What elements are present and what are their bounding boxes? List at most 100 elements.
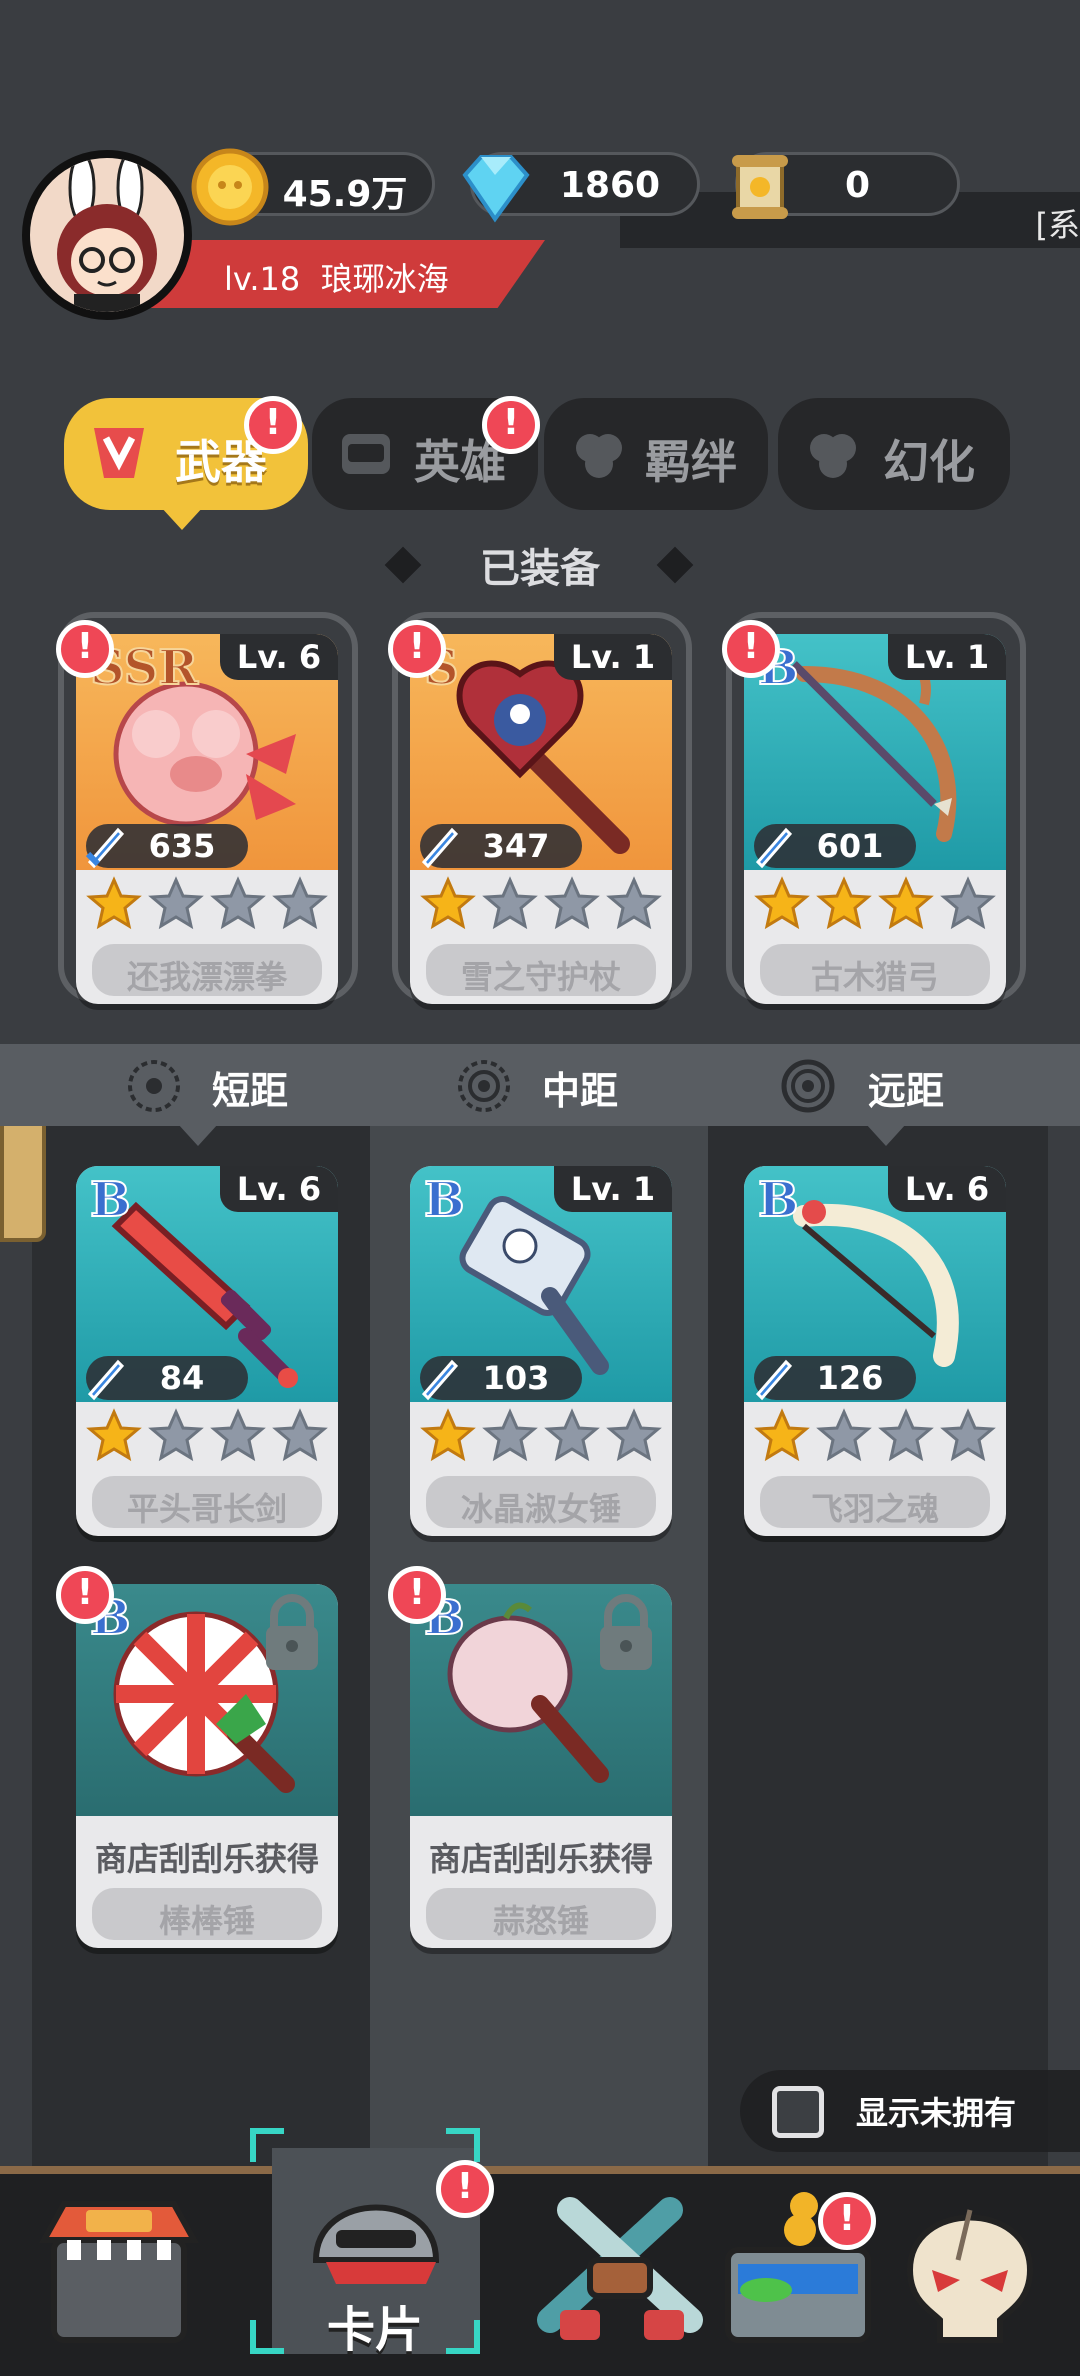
diamond-amount: 1860 [559,165,661,206]
show-unowned-toggle[interactable]: 显示未拥有 [740,2070,1080,2152]
unlock-hint: 商店刮刮乐获得 [94,1840,319,1878]
weapon-card-equipped-1[interactable]: SSR Lv. 6 635 还我漂漂拳 [76,634,338,1004]
weapon-level: Lv. 6 [888,1166,1006,1212]
gold-counter[interactable]: 45.9万 [191,148,435,226]
short-range-icon [128,1060,180,1112]
attack-value: 635 [148,827,216,865]
weapon-level: Lv. 6 [220,634,338,680]
tab-bonds-label: 羁绊 [645,435,737,489]
cards-alert-badge [436,2160,494,2218]
star-empty-icon [148,1408,204,1462]
rarity-label: B [757,1171,800,1229]
mid-range-icon [458,1060,510,1112]
scroll-amount: 0 [844,165,871,206]
weapon-card-locked-1[interactable]: B 商店刮刮乐获得 棒棒锤 [76,1584,338,1948]
star-empty-icon [210,876,266,930]
card-alert-badge [388,1566,446,1624]
long-range-icon [781,1059,835,1113]
lock-icon [600,1594,652,1670]
attack-value: 347 [482,827,550,865]
weapon-card-inventory-1[interactable]: B Lv. 6 84 平头哥长剑 [76,1166,338,1536]
crossed-guns-icon [537,2197,703,2340]
star-filled-icon [86,1408,142,1462]
star-empty-icon [544,1408,600,1462]
star-rating [754,1408,996,1466]
nav-battle[interactable] [520,2170,720,2370]
card-alert-badge [722,620,780,678]
card-alert-badge [56,1566,114,1624]
weapon-card-inventory-3[interactable]: B Lv. 6 126 飞羽之魂 [744,1166,1006,1536]
weapon-name: 棒棒锤 [92,1888,322,1940]
weapon-level: Lv. 6 [220,1166,338,1212]
star-empty-icon [940,876,996,930]
weapon-name: 雪之守护杖 [426,944,656,996]
star-filled-icon [420,876,476,930]
attack-pill: 103 [420,1356,582,1401]
star-rating [754,876,996,934]
star-empty-icon [940,1408,996,1462]
heroes-alert-badge [482,396,540,454]
attack-value: 601 [816,827,884,865]
weapons-alert-badge [244,396,302,454]
mid-range-label: 中距 [542,1069,619,1113]
attack-sword-icon [87,1359,125,1401]
weapon-card-equipped-2[interactable]: S Lv. 1 347 雪之守护杖 [410,634,672,1004]
attack-sword-icon [421,827,459,869]
weapon-name: 平头哥长剑 [92,1476,322,1528]
nav-cards-label: 卡片 [326,2302,423,2358]
star-rating [420,1408,662,1466]
attack-pill: 347 [420,824,582,869]
weapon-name: 冰晶淑女锤 [426,1476,656,1528]
star-empty-icon [210,1408,266,1462]
nav-boss[interactable] [870,2170,1070,2370]
player-name: 琅琊冰海 [320,260,449,298]
star-empty-icon [148,876,204,930]
star-filled-icon [86,876,142,930]
player-level: lv.18 琅琊冰海 [224,260,449,298]
star-filled-icon [878,876,934,930]
scroll-counter[interactable]: 0 [732,152,960,219]
top-bar: [系 lv.18 琅琊冰海 45.9万 1860 0 [0,0,1080,320]
weapon-name: 古木猎弓 [760,944,990,996]
skull-icon [906,2209,1034,2343]
player-avatar[interactable] [22,150,192,320]
star-filled-icon [754,1408,810,1462]
show-unowned-checkbox[interactable] [772,2086,824,2138]
star-filled-icon [754,876,810,930]
star-rating [420,876,662,934]
star-empty-icon [606,1408,662,1462]
gold-amount: 45.9万 [282,174,408,215]
tab-transform-label: 幻化 [883,435,975,489]
weapon-card-inventory-2[interactable]: B Lv. 1 103 冰晶淑女锤 [410,1166,672,1536]
attack-value: 84 [159,1359,205,1397]
treasure-alert-badge [818,2192,876,2250]
star-empty-icon [878,1408,934,1462]
long-range-label: 远距 [868,1069,945,1113]
diamond-counter[interactable]: 1860 [462,152,700,223]
side-panel-handle[interactable] [0,1112,46,1242]
shop-icon [38,2201,200,2343]
weapon-level: Lv. 1 [888,634,1006,680]
tab-bonds[interactable]: 羁绊 [544,398,768,510]
tab-transform[interactable]: 幻化 [778,398,1010,510]
attack-pill: 84 [86,1356,248,1401]
nav-shop[interactable] [14,2170,214,2370]
star-filled-icon [816,876,872,930]
attack-pill: 601 [754,824,916,869]
weapon-card-equipped-3[interactable]: B Lv. 1 601 古木猎弓 [744,634,1006,1004]
selected-tab-pointer [160,506,204,530]
rarity-label: B [89,1171,132,1229]
attack-sword-icon [755,827,793,869]
star-empty-icon [272,876,328,930]
star-filled-icon [420,1408,476,1462]
weapon-name: 还我漂漂拳 [92,944,322,996]
attack-value: 103 [482,1359,550,1397]
lock-icon [266,1594,318,1670]
weapon-card-locked-2[interactable]: B 商店刮刮乐获得 蒜怒锤 [410,1584,672,1948]
star-empty-icon [606,876,662,930]
rarity-label: B [423,1171,466,1229]
weapon-level: Lv. 1 [554,1166,672,1212]
star-empty-icon [482,1408,538,1462]
attack-sword-icon [755,1359,793,1401]
weapon-name: 飞羽之魂 [760,1476,990,1528]
